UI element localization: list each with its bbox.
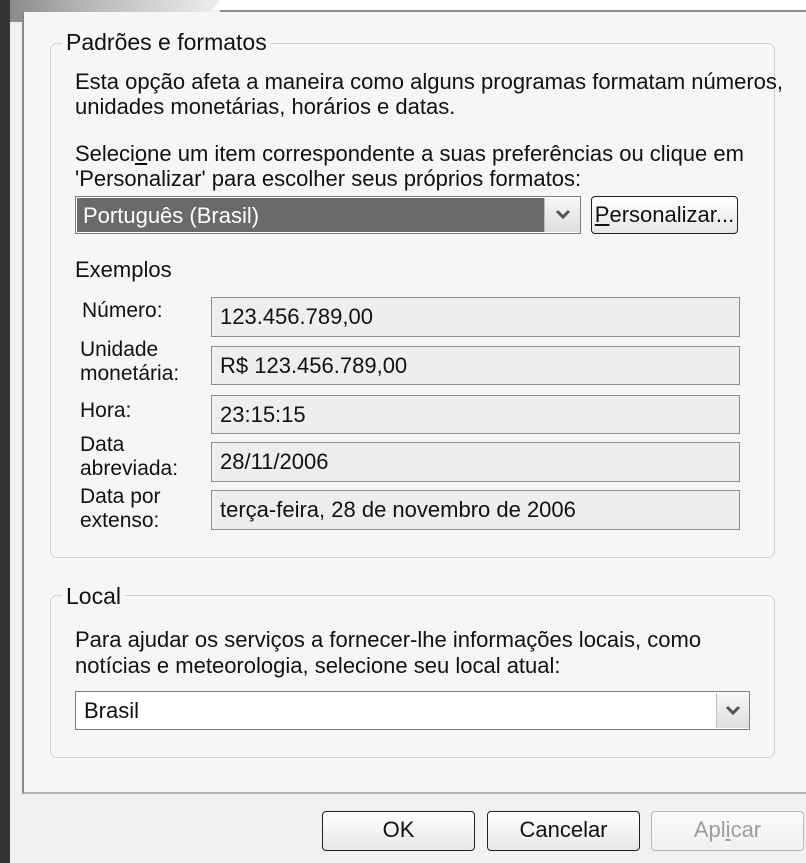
long-date-example-label-line-2: extenso: bbox=[80, 509, 160, 532]
location-description-line-1: Para ajudar os serviços a fornecer-lhe i… bbox=[75, 627, 701, 652]
format-selection-prompt-line-1: Selecione um item correspondente a suas … bbox=[75, 141, 744, 166]
format-selection-prompt-part-1: Seleci bbox=[75, 141, 135, 166]
examples-title: Exemplos bbox=[75, 257, 172, 282]
currency-example-value: R$ 123.456.789,00 bbox=[211, 346, 740, 385]
long-date-example-label-line-1: Data por bbox=[80, 485, 161, 508]
format-selection-prompt-line-2: 'Personalizar' para escolher seus própri… bbox=[75, 166, 582, 191]
number-example-label: Número: bbox=[82, 299, 163, 322]
apply-button-part-1: Apl bbox=[693, 817, 726, 842]
format-dropdown-button[interactable] bbox=[544, 198, 580, 232]
ok-button[interactable]: OK bbox=[322, 811, 475, 851]
location-dropdown-button[interactable] bbox=[716, 693, 749, 728]
apply-button-part-2: car bbox=[730, 817, 762, 842]
number-example-value: 123.456.789,00 bbox=[211, 297, 740, 337]
standards-description-line-2: unidades monetárias, horários e datas. bbox=[75, 94, 456, 119]
long-date-example-value: terça-feira, 28 de novembro de 2006 bbox=[211, 490, 740, 530]
customize-button-access-key: P bbox=[594, 202, 610, 227]
format-selector[interactable]: Português (Brasil) bbox=[75, 196, 581, 234]
cancel-button[interactable]: Cancelar bbox=[487, 811, 640, 851]
currency-example-label-line-2: monetária: bbox=[80, 362, 180, 385]
format-selection-prompt-part-2: ne um item correspondente a suas preferê… bbox=[147, 141, 744, 166]
short-date-example-label-line-1: Data bbox=[80, 433, 125, 456]
location-description-line-2: notícias e meteorologia, selecione seu l… bbox=[75, 653, 561, 678]
short-date-example-value: 28/11/2006 bbox=[211, 442, 740, 482]
standards-description-line-1: Esta opção afeta a maneira como alguns p… bbox=[75, 69, 784, 94]
location-description-part-2: udar os serviços a fornecer-lhe informaç… bbox=[144, 627, 702, 652]
customize-button-label: ersonalizar... bbox=[609, 202, 735, 227]
standards-and-formats-title: Padrões e formatos bbox=[62, 30, 271, 54]
selected-format-value[interactable]: Português (Brasil) bbox=[77, 198, 544, 232]
left-window-edge bbox=[0, 0, 10, 863]
location-selector[interactable]: Brasil bbox=[75, 691, 750, 730]
time-example-value: 23:15:15 bbox=[211, 395, 740, 434]
short-date-example-label-line-2: abreviada: bbox=[80, 457, 179, 480]
customize-button[interactable]: Personalizar... bbox=[591, 196, 738, 234]
selected-location-value[interactable]: Brasil bbox=[84, 692, 139, 729]
time-example-label: Hora: bbox=[80, 399, 132, 422]
location-description-part-1: Para a bbox=[75, 627, 140, 652]
location-title: Local bbox=[62, 584, 125, 608]
apply-button[interactable]: Aplicar bbox=[651, 811, 804, 851]
chevron-down-icon bbox=[555, 209, 570, 220]
chevron-down-icon bbox=[725, 705, 741, 716]
currency-example-label-line-1: Unidade bbox=[80, 338, 159, 361]
format-selection-prompt-access-key: o bbox=[134, 141, 148, 166]
